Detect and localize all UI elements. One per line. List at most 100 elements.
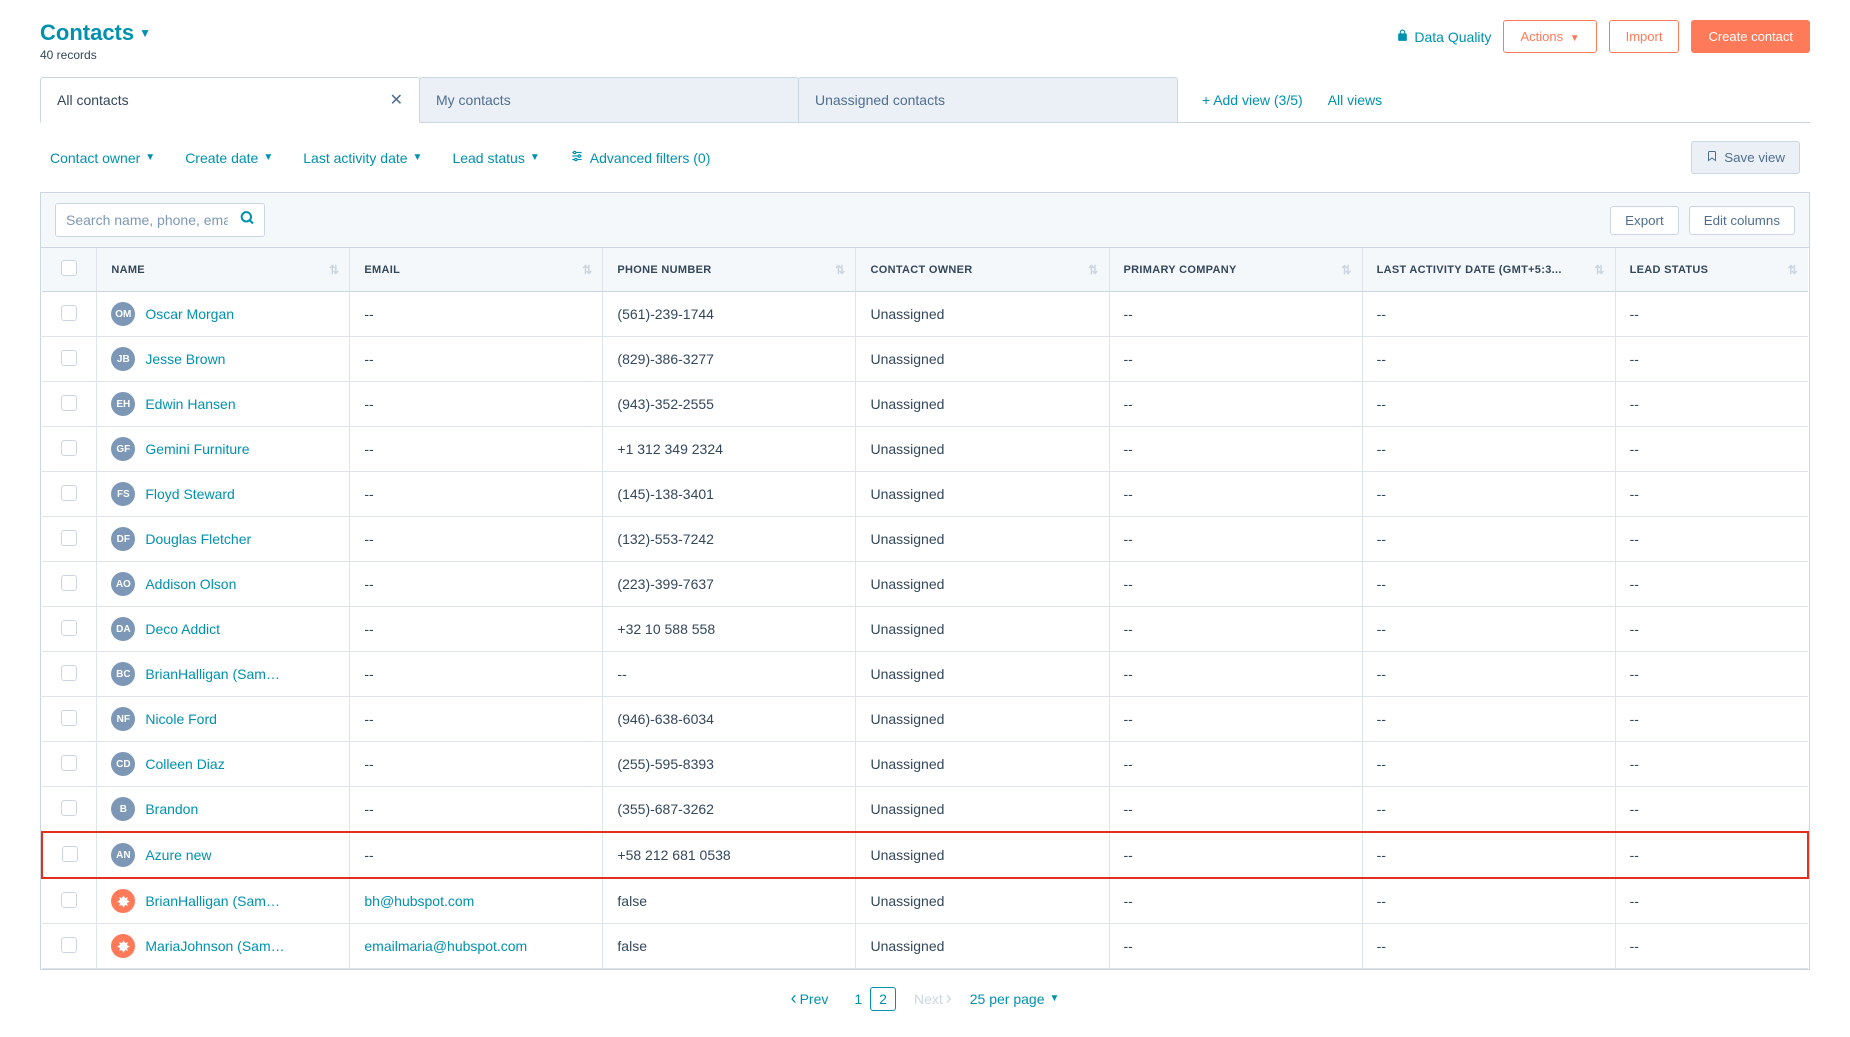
lead-cell: -- [1615, 652, 1808, 697]
row-checkbox[interactable] [61, 937, 77, 953]
select-all-checkbox[interactable] [61, 260, 77, 276]
contact-name-link[interactable]: Nicole Ford [145, 711, 217, 727]
email-cell: -- [350, 517, 603, 562]
lead-cell: -- [1615, 382, 1808, 427]
contact-name-link[interactable]: MariaJohnson (Sampl... [145, 938, 285, 954]
email-link[interactable]: emailmaria@hubspot.com [364, 938, 527, 954]
email-cell: bh@hubspot.com [350, 878, 603, 924]
save-view-label: Save view [1724, 150, 1785, 165]
company-cell: -- [1109, 878, 1362, 924]
row-checkbox[interactable] [61, 755, 77, 771]
row-checkbox[interactable] [61, 710, 77, 726]
row-checkbox[interactable] [61, 892, 77, 908]
tab-unassigned-contacts[interactable]: Unassigned contacts [798, 77, 1178, 122]
prev-page-button[interactable]: ‹ Prev [791, 988, 829, 1009]
contact-name-link[interactable]: Azure new [145, 847, 211, 863]
owner-cell: Unassigned [856, 652, 1109, 697]
create-contact-button[interactable]: Create contact [1691, 20, 1810, 53]
email-cell: -- [350, 697, 603, 742]
contact-name-link[interactable]: BrianHalligan (Sampl... [145, 893, 285, 909]
contact-name-link[interactable]: Oscar Morgan [145, 306, 234, 322]
contact-name-link[interactable]: Gemini Furniture [145, 441, 249, 457]
activity-cell: -- [1362, 337, 1615, 382]
activity-cell: -- [1362, 924, 1615, 969]
filter-lead-status[interactable]: Lead status▼ [452, 150, 539, 166]
contact-name-link[interactable]: Edwin Hansen [145, 396, 235, 412]
column-header[interactable]: PHONE NUMBER⇅ [603, 248, 856, 292]
sort-icon: ⇅ [1088, 263, 1098, 277]
contact-name-link[interactable]: Floyd Steward [145, 486, 234, 502]
column-header[interactable]: NAME⇅ [97, 248, 350, 292]
row-checkbox[interactable] [61, 305, 77, 321]
activity-cell: -- [1362, 878, 1615, 924]
actions-button[interactable]: Actions ▼ [1503, 20, 1596, 53]
filter-last-activity-date[interactable]: Last activity date▼ [303, 150, 422, 166]
table-row: MariaJohnson (Sampl... emailmaria@hubspot… [42, 924, 1808, 969]
column-header[interactable]: LAST ACTIVITY DATE (GMT+5:3...⇅ [1362, 248, 1615, 292]
phone-cell: (943)-352-2555 [603, 382, 856, 427]
owner-cell: Unassigned [856, 427, 1109, 472]
import-button[interactable]: Import [1609, 20, 1680, 53]
column-header[interactable]: CONTACT OWNER ⇅ [856, 248, 1109, 292]
column-label: EMAIL [364, 264, 400, 276]
contact-name-link[interactable]: Deco Addict [145, 621, 220, 637]
table-row: EHEdwin Hansen--(943)-352-2555Unassigned… [42, 382, 1808, 427]
plus-icon: + [1202, 92, 1210, 108]
activity-cell: -- [1362, 292, 1615, 337]
close-icon[interactable]: ✕ [390, 90, 403, 110]
sort-icon: ⇅ [1594, 263, 1604, 277]
column-label: CONTACT OWNER [870, 264, 972, 276]
row-checkbox[interactable] [61, 575, 77, 591]
row-checkbox[interactable] [61, 530, 77, 546]
per-page-dropdown[interactable]: 25 per page ▼ [970, 991, 1060, 1007]
page-number[interactable]: 2 [870, 987, 896, 1011]
column-header[interactable]: EMAIL ⇅ [350, 248, 603, 292]
filter-contact-owner[interactable]: Contact owner▼ [50, 150, 155, 166]
email-link[interactable]: bh@hubspot.com [364, 893, 474, 909]
column-header[interactable]: PRIMARY COMPANY⇅ [1109, 248, 1362, 292]
tabs: All contacts✕My contactsUnassigned conta… [40, 77, 1810, 123]
row-checkbox[interactable] [61, 485, 77, 501]
email-cell: -- [350, 607, 603, 652]
phone-cell: +58 212 681 0538 [603, 832, 856, 878]
email-cell: -- [350, 382, 603, 427]
all-views-link[interactable]: All views [1328, 92, 1382, 108]
pagination: ‹ Prev 12 Next › 25 per page ▼ [40, 970, 1810, 1017]
row-checkbox[interactable] [61, 800, 77, 816]
export-button[interactable]: Export [1610, 206, 1679, 235]
owner-cell: Unassigned [856, 337, 1109, 382]
contact-name-link[interactable]: Addison Olson [145, 576, 236, 592]
edit-columns-button[interactable]: Edit columns [1689, 206, 1795, 235]
row-checkbox[interactable] [61, 665, 77, 681]
tab-my-contacts[interactable]: My contacts [419, 77, 799, 122]
phone-cell: +32 10 588 558 [603, 607, 856, 652]
filter-label: Contact owner [50, 150, 140, 166]
table-row: OMOscar Morgan--(561)-239-1744Unassigned… [42, 292, 1808, 337]
row-checkbox[interactable] [61, 350, 77, 366]
filter-create-date[interactable]: Create date▼ [185, 150, 273, 166]
data-quality-link[interactable]: Data Quality [1396, 29, 1491, 45]
lead-cell: -- [1615, 562, 1808, 607]
phone-cell: (145)-138-3401 [603, 472, 856, 517]
tab-all-contacts[interactable]: All contacts✕ [40, 77, 420, 123]
sort-icon: ⇅ [582, 263, 592, 277]
contact-name-link[interactable]: Jesse Brown [145, 351, 225, 367]
contact-name-link[interactable]: Douglas Fletcher [145, 531, 251, 547]
row-checkbox[interactable] [61, 440, 77, 456]
search-input[interactable] [55, 203, 265, 237]
page-title-dropdown[interactable]: Contacts ▼ [40, 20, 151, 46]
page-number[interactable]: 1 [846, 988, 870, 1010]
next-page-button[interactable]: Next › [914, 988, 952, 1009]
save-view-button[interactable]: Save view [1691, 141, 1800, 174]
contact-name-link[interactable]: BrianHalligan (Sampl... [145, 666, 285, 682]
row-checkbox[interactable] [62, 846, 78, 862]
contact-name-link[interactable]: Colleen Diaz [145, 756, 224, 772]
advanced-filters-link[interactable]: Advanced filters (0) [570, 149, 711, 166]
lead-cell: -- [1615, 472, 1808, 517]
row-checkbox[interactable] [61, 395, 77, 411]
column-header[interactable]: LEAD STATUS⇅ [1615, 248, 1808, 292]
lead-cell: -- [1615, 697, 1808, 742]
row-checkbox[interactable] [61, 620, 77, 636]
add-view-link[interactable]: + Add view (3/5) [1202, 92, 1303, 108]
contact-name-link[interactable]: Brandon [145, 801, 198, 817]
